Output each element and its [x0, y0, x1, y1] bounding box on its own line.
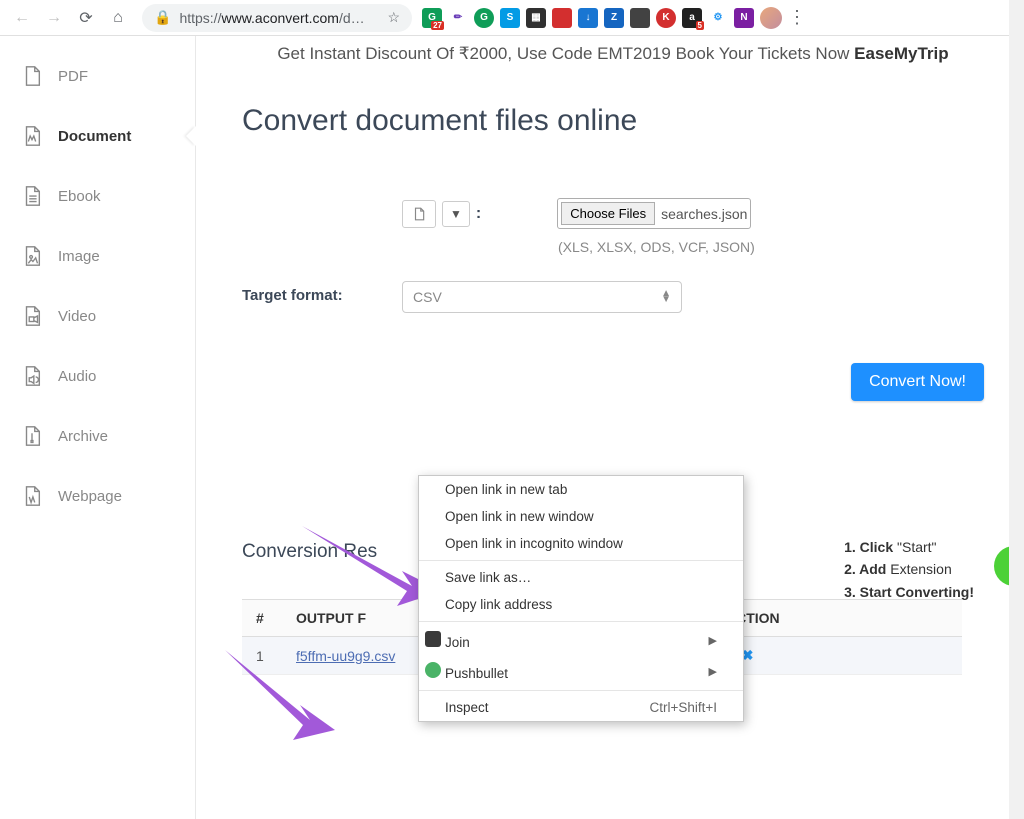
select-arrows-icon: ▲▼ [661, 291, 671, 303]
sidebar-item-pdf[interactable]: PDF [0, 46, 195, 106]
sidebar-label: Audio [58, 368, 96, 385]
browser-toolbar: ← → ⟳ ⌂ 🔒 https://www.aconvert.com/d… ☆ … [0, 0, 1024, 36]
sidebar-label: PDF [58, 68, 88, 85]
pdf-icon [20, 64, 44, 88]
choose-files-button[interactable]: Choose Files [561, 202, 655, 225]
ext-icon[interactable]: S [500, 8, 520, 28]
ext-icon[interactable]: G27 [422, 8, 442, 28]
page-title: Convert document files online [242, 104, 984, 138]
ext-icon[interactable] [552, 8, 572, 28]
sidebar-item-document[interactable]: Document [0, 106, 195, 166]
video-icon [20, 304, 44, 328]
ext-icon[interactable]: ↓ [578, 8, 598, 28]
ext-icon[interactable] [630, 8, 650, 28]
star-icon[interactable]: ☆ [387, 9, 400, 26]
document-icon [20, 124, 44, 148]
file-hint: (XLS, XLSX, ODS, VCF, JSON) [558, 239, 755, 255]
sidebar-label: Document [58, 128, 131, 145]
profile-avatar[interactable] [760, 7, 782, 29]
home-button[interactable]: ⌂ [104, 4, 132, 32]
target-format-label: Target format: [242, 281, 402, 304]
ext-icon[interactable]: G [474, 8, 494, 28]
promo-banner[interactable]: Get Instant Discount Of ₹2000, Use Code … [242, 36, 984, 104]
convert-button[interactable]: Convert Now! [851, 363, 984, 401]
ctx-save-link-as[interactable]: Save link as… [419, 564, 743, 591]
ext-icon[interactable]: ⚙ [708, 8, 728, 28]
col-action: ACTION [712, 600, 962, 637]
sidebar-item-archive[interactable]: Archive [0, 406, 195, 466]
sidebar-label: Video [58, 308, 96, 325]
sidebar-label: Webpage [58, 488, 122, 505]
sidebar-item-ebook[interactable]: Ebook [0, 166, 195, 226]
sidebar-item-video[interactable]: Video [0, 286, 195, 346]
audio-icon [20, 364, 44, 388]
instructions: 1. Click "Start" 2. Add Extension 3. Sta… [844, 536, 974, 603]
ext-icon[interactable]: K [656, 8, 676, 28]
lock-icon: 🔒 [154, 9, 171, 26]
address-bar[interactable]: 🔒 https://www.aconvert.com/d… ☆ [142, 4, 412, 32]
ctx-open-new-window[interactable]: Open link in new window [419, 503, 743, 530]
ext-icon[interactable]: ▦ [526, 8, 546, 28]
sidebar-label: Archive [58, 428, 108, 445]
ext-icon[interactable]: N [734, 8, 754, 28]
target-format-select[interactable]: CSV ▲▼ [402, 281, 682, 313]
archive-icon [20, 424, 44, 448]
annotation-arrow [215, 640, 345, 750]
submenu-arrow-icon: ▶ [709, 634, 717, 647]
ctx-pushbullet[interactable]: Pushbullet▶ [419, 656, 743, 687]
select-value: CSV [413, 289, 442, 305]
forward-button[interactable]: → [40, 4, 68, 32]
file-type-button[interactable] [402, 200, 436, 228]
ext-icon[interactable]: ✏ [448, 8, 468, 28]
sidebar-item-audio[interactable]: Audio [0, 346, 195, 406]
ctx-join[interactable]: Join▶ [419, 625, 743, 656]
file-label [242, 198, 402, 204]
reload-button[interactable]: ⟳ [72, 4, 100, 32]
source-dropdown[interactable]: ▼ [442, 201, 470, 227]
col-index: # [242, 600, 282, 637]
sidebar-label: Image [58, 248, 100, 265]
context-menu: Open link in new tab Open link in new wi… [418, 475, 744, 722]
ebook-icon [20, 184, 44, 208]
ctx-open-incognito[interactable]: Open link in incognito window [419, 530, 743, 557]
sidebar: PDF Document Ebook Image Video Audio Arc… [0, 36, 196, 819]
image-icon [20, 244, 44, 268]
ext-icon[interactable]: a5 [682, 8, 702, 28]
ext-icon[interactable]: Z [604, 8, 624, 28]
menu-icon[interactable]: ⋮ [788, 7, 806, 28]
webpage-icon [20, 484, 44, 508]
ctx-inspect[interactable]: InspectCtrl+Shift+I [419, 694, 743, 721]
join-icon [425, 631, 441, 647]
sidebar-item-image[interactable]: Image [0, 226, 195, 286]
sidebar-label: Ebook [58, 188, 101, 205]
submenu-arrow-icon: ▶ [709, 665, 717, 678]
scrollbar[interactable] [1009, 36, 1024, 366]
ctx-open-new-tab[interactable]: Open link in new tab [419, 476, 743, 503]
url-text: https://www.aconvert.com/d… [179, 10, 364, 26]
ctx-copy-link-address[interactable]: Copy link address [419, 591, 743, 618]
back-button[interactable]: ← [8, 4, 36, 32]
sidebar-item-webpage[interactable]: Webpage [0, 466, 195, 526]
extensions: G27 ✏ G S ▦ ↓ Z K a5 ⚙ N ⋮ [422, 7, 806, 29]
pushbullet-icon [425, 662, 441, 678]
chosen-filename: searches.json [661, 206, 747, 222]
